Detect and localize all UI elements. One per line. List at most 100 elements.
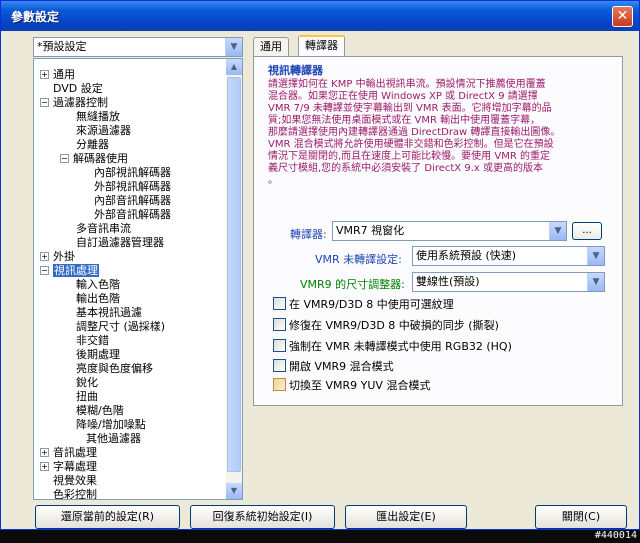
expand-icon[interactable]: + xyxy=(40,448,49,457)
tree-item-blur[interactable]: 模糊/色階 xyxy=(76,404,124,418)
collapse-icon[interactable]: − xyxy=(40,266,49,275)
tree-item-label: 解碼器使用 xyxy=(73,152,128,165)
close-window-button[interactable]: ✕ xyxy=(612,6,633,27)
tree-item-internal-video-decoder[interactable]: 內部視訊解碼器 xyxy=(94,166,171,180)
vmr9-resizer-select[interactable]: 雙線性(預設) ▼ xyxy=(412,272,605,292)
checkbox-fix-sync[interactable]: 修復在 VMR9/D3D 8 中破損的同步 (撕裂) xyxy=(273,318,499,334)
tree-item-external-video-decoder[interactable]: 外部視訊解碼器 xyxy=(94,180,171,194)
tree-item-label: 無縫播放 xyxy=(76,110,120,123)
tree-item-label: 調整尺寸 (過採樣) xyxy=(76,320,166,333)
checkbox-label: 修復在 VMR9/D3D 8 中破損的同步 (撕裂) xyxy=(289,319,499,332)
checkbox-force-rgb32[interactable]: 強制在 VMR 未轉譯模式中使用 RGB32 (HQ) xyxy=(273,339,512,355)
chevron-down-icon[interactable]: ▼ xyxy=(587,273,604,291)
vmr9-resizer-label: VMR9 的尺寸調整器: xyxy=(300,278,405,291)
tree-item-decoder-usage[interactable]: − 解碼器使用 xyxy=(60,152,128,166)
checkbox-vmr9-mixing[interactable]: 開啟 VMR9 混合模式 xyxy=(273,359,394,375)
tree-item-subtitle-processing[interactable]: + 字幕處理 xyxy=(40,460,97,474)
tab-general[interactable]: 通用 xyxy=(253,37,289,57)
reset-defaults-button[interactable]: 回復系統初始設定(I) xyxy=(190,505,335,529)
tree-item-deinterlace[interactable]: 非交錯 xyxy=(76,334,109,348)
tree-item-visual-effects[interactable]: 視覺效果 xyxy=(53,474,97,488)
tree-item-luma-chroma-offset[interactable]: 亮度與色度偏移 xyxy=(76,362,153,376)
checkbox-box[interactable] xyxy=(273,339,286,352)
tree-item-other-filters[interactable]: 其他過濾器 xyxy=(86,432,141,446)
expand-icon[interactable]: + xyxy=(40,70,49,79)
renderer-options-button[interactable]: ... xyxy=(572,222,602,240)
tree-item-label: 亮度與色度偏移 xyxy=(76,362,153,375)
close-button[interactable]: 關閉(C) xyxy=(535,505,627,529)
tab-renderer[interactable]: 轉譯器 xyxy=(298,35,345,57)
tree-item-label: 內部視訊解碼器 xyxy=(94,166,171,179)
tree-item-color-control[interactable]: 色彩控制 xyxy=(53,488,97,499)
section-title: 視訊轉譯器 xyxy=(268,64,323,77)
tree-item-dvd[interactable]: DVD 設定 xyxy=(53,82,103,96)
chevron-down-icon[interactable]: ▼ xyxy=(549,222,566,240)
preset-combo[interactable]: *預設設定 ▼ xyxy=(33,37,243,57)
restore-settings-button[interactable]: 還原當前的設定(R) xyxy=(35,505,180,529)
description-line: 義尺寸模組,您的系統中必須安裝了 DirectX 9.x 或更高的版本 xyxy=(268,163,543,174)
tree-item-splitter[interactable]: 分離器 xyxy=(76,138,109,152)
description-line: 質;如果您無法使用桌面模式或在 VMR 輸出中使用覆蓋字幕， xyxy=(268,115,541,126)
description-line: VMR 7/9 未轉譯並使字幕輸出到 VMR 表面。它將增加字幕的品 xyxy=(268,103,552,114)
tree-item-filter-control[interactable]: − 過濾器控制 xyxy=(40,96,108,110)
description-line: 。 xyxy=(268,175,278,186)
renderer-select[interactable]: VMR7 視窗化 ▼ xyxy=(332,221,567,241)
checkbox-vmr9-yuv-mixing[interactable]: 切換至 VMR9 YUV 混合模式 xyxy=(273,378,430,394)
description-line: 混合器。如果您正在使用 Windows XP 或 DirectX 9 請選擇 xyxy=(268,91,538,102)
tree-item-label: 輸出色階 xyxy=(76,292,120,305)
chevron-down-icon[interactable]: ▼ xyxy=(587,247,604,265)
collapse-icon[interactable]: − xyxy=(60,154,69,163)
scroll-down-icon[interactable]: ▼ xyxy=(226,483,242,499)
tree-item-custom-filter-manager[interactable]: 自訂過濾器管理器 xyxy=(76,236,164,250)
title-bar: 參數設定 ✕ xyxy=(1,1,639,31)
tree-item-plugins[interactable]: + 外掛 xyxy=(40,250,75,264)
preset-combo-value: *預設設定 xyxy=(37,40,87,53)
tree-item-general[interactable]: + 通用 xyxy=(40,68,75,82)
checkbox-box[interactable] xyxy=(273,378,286,391)
checkbox-box[interactable] xyxy=(273,297,286,310)
checkbox-box[interactable] xyxy=(273,359,286,372)
scrollbar-thumb[interactable] xyxy=(227,77,241,472)
checkbox-box[interactable] xyxy=(273,318,286,331)
tree-item-basic-video-filter[interactable]: 基本視訊過濾 xyxy=(76,306,142,320)
tree-item-source-filter[interactable]: 來源過濾器 xyxy=(76,124,131,138)
tree-scrollbar[interactable]: ▲ ▼ xyxy=(226,59,242,499)
tree-item-post-processing[interactable]: 後期處理 xyxy=(76,348,120,362)
settings-tree[interactable]: + 通用 DVD 設定 − 過濾器控制 無縫播放 來源過濾器 分離器 − 解碼器使用 … xyxy=(33,58,243,500)
checkbox-label: 在 VMR9/D3D 8 中使用可選紋理 xyxy=(289,298,454,311)
tree-item-distort[interactable]: 扭曲 xyxy=(76,390,98,404)
vmr-unrendered-value: 使用系統預設 (快速) xyxy=(416,249,517,262)
description-line: 那麼請選擇使用內建轉譯器通過 DirectDraw 轉譯直接輸出圖像。 xyxy=(268,127,561,138)
tree-item-multi-audio[interactable]: 多音訊串流 xyxy=(76,222,131,236)
expand-icon[interactable]: + xyxy=(40,252,49,261)
tree-item-label: DVD 設定 xyxy=(53,82,103,95)
export-settings-button[interactable]: 匯出設定(E) xyxy=(345,505,467,529)
tree-item-video-processing[interactable]: − 視訊處理 xyxy=(40,264,99,278)
tree-item-seamless[interactable]: 無縫播放 xyxy=(76,110,120,124)
tree-item-label: 視覺效果 xyxy=(53,474,97,487)
tree-item-resize[interactable]: 調整尺寸 (過採樣) xyxy=(76,320,165,334)
tree-item-label: 基本視訊過濾 xyxy=(76,306,142,319)
collapse-icon[interactable]: − xyxy=(40,98,49,107)
checkbox-label: 開啟 VMR9 混合模式 xyxy=(289,360,394,373)
expand-icon[interactable]: + xyxy=(40,462,49,471)
tree-item-sharpen[interactable]: 銳化 xyxy=(76,376,98,390)
tree-item-internal-audio-decoder[interactable]: 內部音訊解碼器 xyxy=(94,194,171,208)
tree-item-output-levels[interactable]: 輸出色階 xyxy=(76,292,120,306)
tree-item-label: 字幕處理 xyxy=(53,460,97,473)
tree-item-label: 通用 xyxy=(53,68,75,81)
checkbox-label: 強制在 VMR 未轉譯模式中使用 RGB32 (HQ) xyxy=(289,340,512,353)
tree-item-input-levels[interactable]: 輸入色階 xyxy=(76,278,120,292)
watermark: #440014 xyxy=(594,530,637,541)
tree-item-audio-processing[interactable]: + 音訊處理 xyxy=(40,446,97,460)
tree-item-noise[interactable]: 降噪/增加噪點 xyxy=(76,418,146,432)
tree-item-label: 後期處理 xyxy=(76,348,120,361)
chevron-down-icon[interactable]: ▼ xyxy=(225,38,242,56)
tree-item-label: 降噪/增加噪點 xyxy=(76,418,146,431)
tree-item-external-audio-decoder[interactable]: 外部音訊解碼器 xyxy=(94,208,171,222)
scroll-up-icon[interactable]: ▲ xyxy=(226,59,242,75)
tree-item-label: 來源過濾器 xyxy=(76,124,131,137)
tree-item-label: 內部音訊解碼器 xyxy=(94,194,171,207)
checkbox-optional-texture[interactable]: 在 VMR9/D3D 8 中使用可選紋理 xyxy=(273,297,454,313)
vmr-unrendered-select[interactable]: 使用系統預設 (快速) ▼ xyxy=(412,246,605,266)
